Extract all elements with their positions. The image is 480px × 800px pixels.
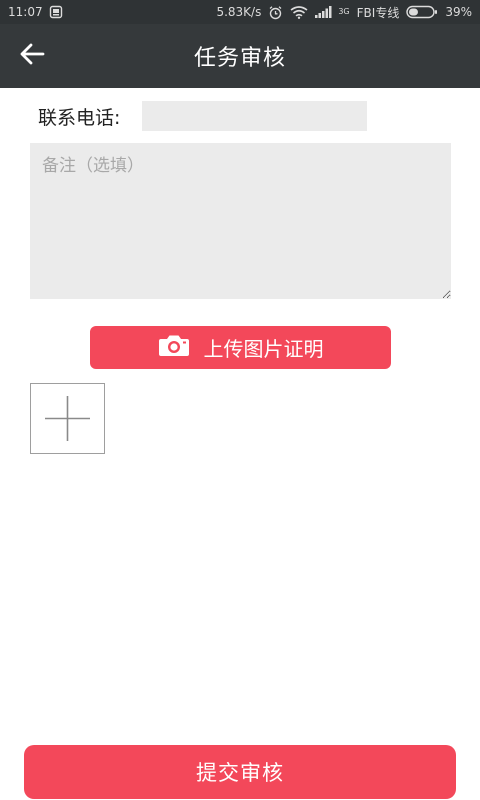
phone-input[interactable] bbox=[142, 101, 367, 131]
app-bar: 任务审核 bbox=[0, 24, 480, 88]
network-type: 3G bbox=[338, 7, 350, 16]
notification-app-icon bbox=[49, 5, 63, 19]
status-right: 5.83K/s 3G FBI专线 39% bbox=[216, 4, 472, 21]
alarm-icon bbox=[268, 5, 283, 20]
upload-label: 上传图片证明 bbox=[203, 337, 324, 361]
arrow-left-icon bbox=[18, 42, 46, 70]
upload-photo-button[interactable]: 上传图片证明 bbox=[90, 326, 391, 369]
submit-review-button[interactable]: 提交审核 bbox=[24, 745, 456, 799]
submit-label: 提交审核 bbox=[196, 761, 284, 785]
phone-row: 联系电话: bbox=[38, 101, 367, 131]
battery-icon bbox=[406, 5, 438, 19]
back-button[interactable] bbox=[12, 38, 52, 74]
camera-icon bbox=[158, 333, 190, 362]
page-title: 任务审核 bbox=[193, 46, 286, 71]
signal-icon bbox=[315, 5, 335, 19]
add-photo-button[interactable] bbox=[30, 383, 105, 454]
network-speed: 5.83K/s bbox=[216, 5, 262, 19]
remark-textarea[interactable] bbox=[30, 143, 451, 299]
carrier-name: FBI专线 bbox=[356, 5, 400, 20]
status-bar: 11:07 5.83K/s 3G FBI专线 39% bbox=[0, 0, 480, 24]
status-time: 11:07 bbox=[8, 5, 43, 19]
battery-percent: 39% bbox=[445, 5, 472, 19]
status-left: 11:07 bbox=[8, 5, 63, 19]
wifi-icon bbox=[290, 5, 308, 19]
plus-icon bbox=[31, 384, 104, 453]
phone-label: 联系电话: bbox=[38, 106, 121, 129]
